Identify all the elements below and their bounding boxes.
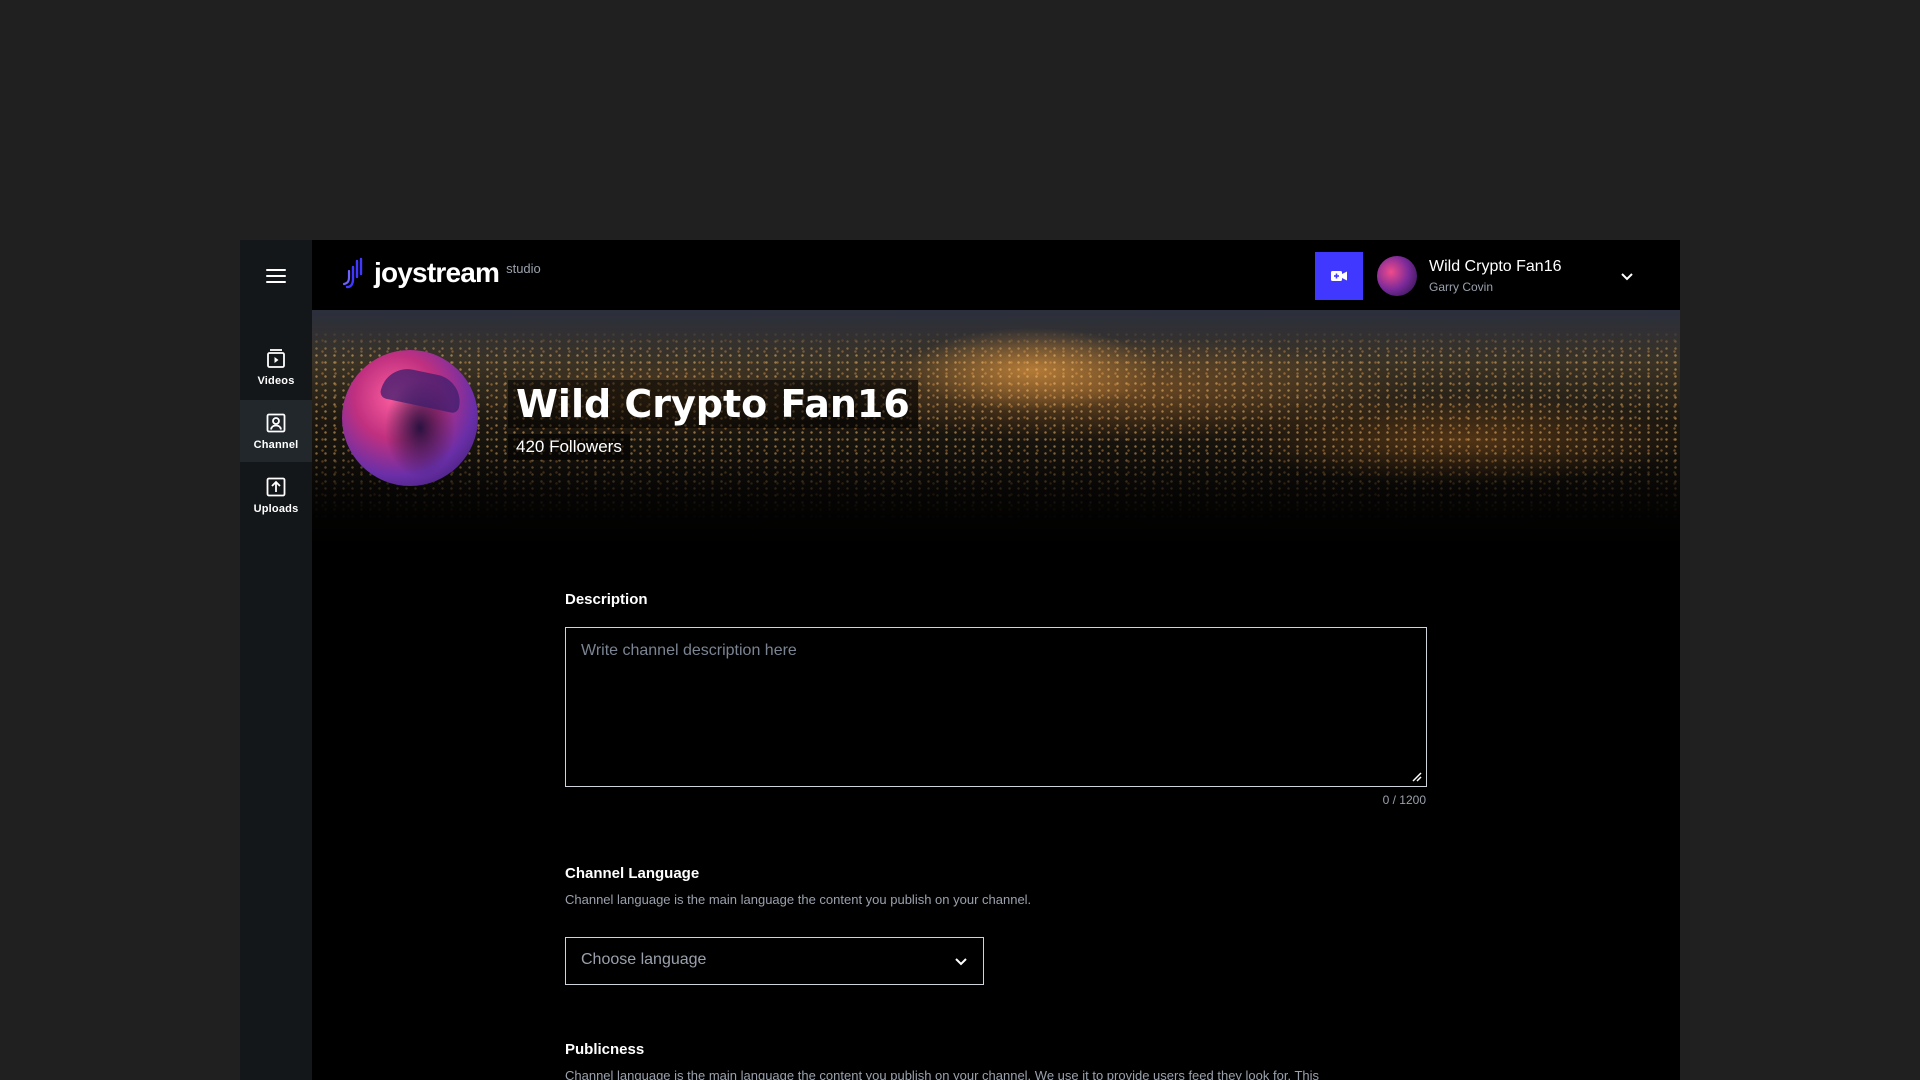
description-placeholder: Write channel description here — [581, 642, 797, 659]
studio-app: Videos Channel Uploads joystream studio … — [240, 240, 1680, 1080]
sidebar-item-label: Channel — [253, 439, 299, 451]
language-select[interactable]: Choose language — [565, 937, 984, 985]
logo-studio-label: studio — [506, 261, 541, 276]
channel-user-icon — [266, 413, 286, 433]
publicness-helper: Channel language is the main language th… — [565, 1068, 1320, 1080]
chevron-down-icon — [955, 958, 967, 966]
language-helper: Channel language is the main language th… — [565, 892, 1032, 907]
language-placeholder: Choose language — [581, 951, 707, 968]
description-textarea[interactable]: Write channel description here — [565, 627, 1427, 787]
joystream-logo[interactable]: joystream studio — [342, 257, 541, 291]
publicness-label: Publicness — [565, 1041, 645, 1058]
sidebar-item-videos[interactable]: Videos — [240, 336, 312, 398]
logo-wordmark: joystream — [374, 257, 500, 288]
upload-icon — [266, 477, 286, 497]
sidebar-item-uploads[interactable]: Uploads — [240, 464, 312, 526]
language-label: Channel Language — [565, 865, 700, 882]
channel-followers: 420 Followers — [508, 434, 630, 460]
description-char-counter: 0 / 1200 — [1382, 793, 1426, 807]
account-member-name: Garry Covin — [1429, 280, 1494, 294]
description-label: Description — [565, 591, 648, 608]
upload-video-button[interactable] — [1315, 252, 1363, 300]
joystream-logo-icon — [342, 257, 363, 289]
top-bar: joystream studio Wild Crypto Fan16 Garry… — [312, 240, 1680, 310]
sidebar: Videos Channel Uploads — [240, 240, 312, 1080]
hamburger-icon[interactable] — [266, 269, 286, 283]
account-channel-name: Wild Crypto Fan16 — [1429, 258, 1562, 275]
chevron-down-icon[interactable] — [1617, 266, 1637, 286]
channel-avatar — [342, 350, 478, 486]
sidebar-item-channel[interactable]: Channel — [240, 400, 312, 462]
account-switcher[interactable]: Wild Crypto Fan16 Garry Covin — [1377, 254, 1637, 298]
resize-grip-icon[interactable] — [1410, 770, 1422, 782]
channel-cover: Wild Crypto Fan16 420 Followers — [312, 310, 1680, 560]
sidebar-item-label: Uploads — [253, 503, 299, 515]
sidebar-item-label: Videos — [257, 375, 295, 387]
channel-title: Wild Crypto Fan16 — [508, 380, 918, 428]
avatar — [1377, 256, 1417, 296]
video-add-icon — [1331, 271, 1347, 281]
video-list-icon — [267, 349, 285, 368]
